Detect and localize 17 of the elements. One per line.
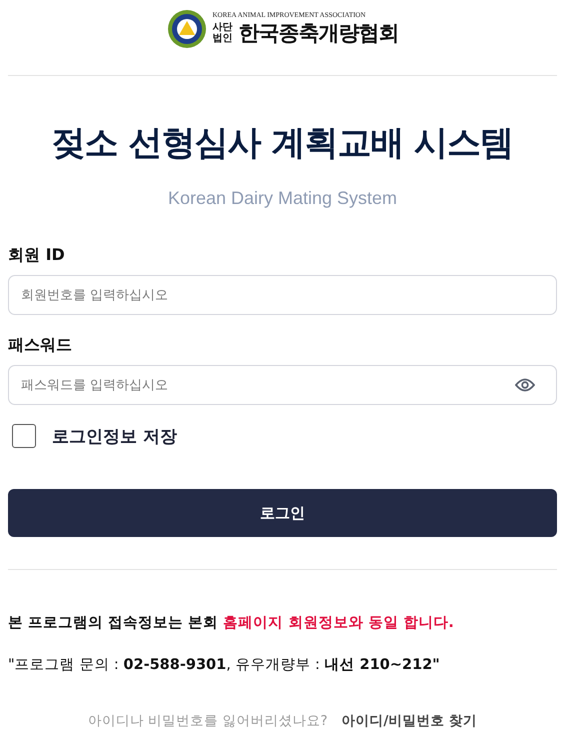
page-title: 젖소 선형심사 계획교배 시스템	[50, 122, 514, 165]
association-name: 한국종축개량협회	[238, 20, 398, 47]
contact-text: "프로그램 문의 : 02-588-9301, 유우개량부 : 내선 210~212"	[8, 656, 441, 674]
id-field[interactable]: 회원번호를 입력하십시오	[8, 275, 557, 315]
logo-emblem-icon	[166, 9, 206, 49]
password-field[interactable]: 패스워드를 입력하십시오	[8, 365, 557, 405]
association-type: 사단 법인	[212, 22, 234, 44]
page-subtitle: Korean Dairy Mating System	[166, 188, 398, 209]
help-question: 아이디나 비밀번호를 잃어버리셨나요?	[88, 712, 328, 730]
eye-icon[interactable]	[515, 378, 535, 392]
remember-checkbox[interactable]	[12, 424, 36, 448]
field-label: 패스워드	[8, 335, 73, 356]
find-account-link[interactable]: 아이디/비밀번호 찾기	[342, 712, 478, 730]
field-label: 회원 ID	[8, 245, 66, 266]
login-button[interactable]: 로그인	[8, 489, 557, 537]
notice-text: 본 프로그램의 접속정보는 본회 홈페이지 회원정보와 동일 합니다.	[8, 614, 455, 632]
remember-label: 로그인정보 저장	[52, 426, 177, 448]
